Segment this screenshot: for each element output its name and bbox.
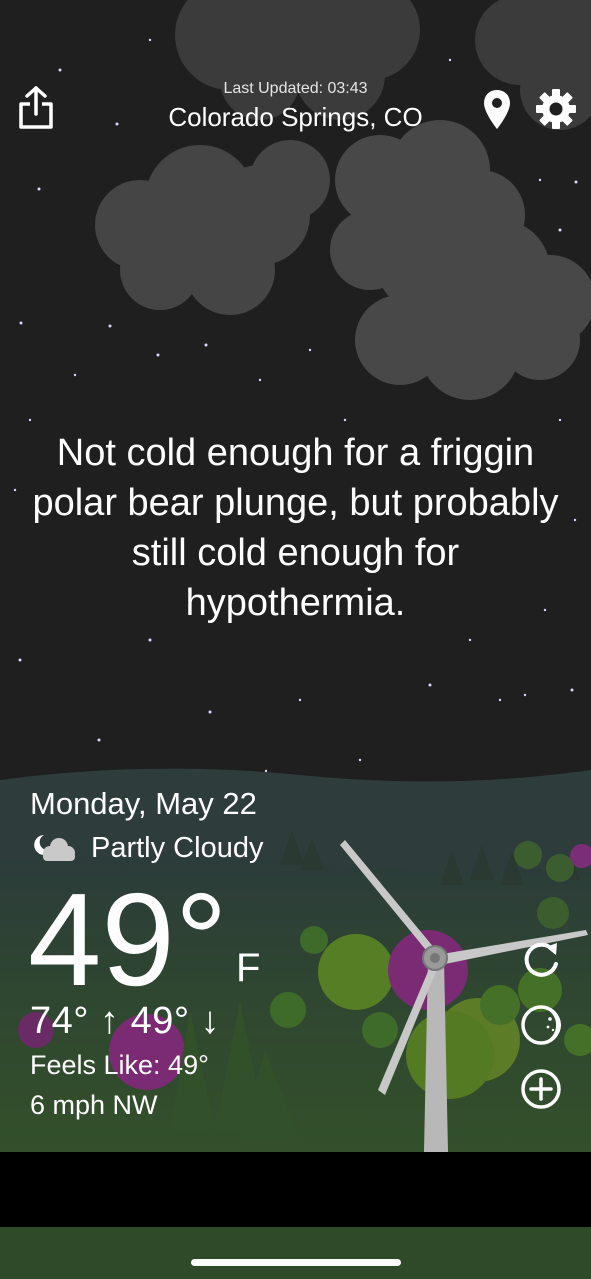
moon-icon[interactable] (520, 1004, 562, 1046)
add-location-icon[interactable] (520, 1068, 562, 1110)
condition-text: Partly Cloudy (91, 832, 264, 864)
wind-text: 6 mph NW (30, 1090, 158, 1120)
background-scene (0, 0, 591, 1279)
ad-banner-area (0, 1152, 591, 1227)
forecast-date: Monday, May 22 (30, 786, 257, 821)
current-temperature: 49° (28, 866, 228, 1013)
location-pin-icon[interactable] (482, 89, 512, 131)
gear-icon[interactable] (535, 88, 577, 130)
partly-cloudy-night-icon (30, 833, 76, 868)
weather-quote: Not cold enough for a friggin polar bear… (32, 432, 559, 624)
refresh-icon[interactable] (520, 940, 562, 982)
temperature-unit[interactable]: F (236, 946, 260, 991)
feels-like-text: Feels Like: 49° (30, 1050, 209, 1080)
bottom-grass (0, 1227, 591, 1279)
home-indicator[interactable] (191, 1259, 401, 1266)
high-low-temperature: 74° ↑ 49° ↓ (30, 1000, 221, 1042)
